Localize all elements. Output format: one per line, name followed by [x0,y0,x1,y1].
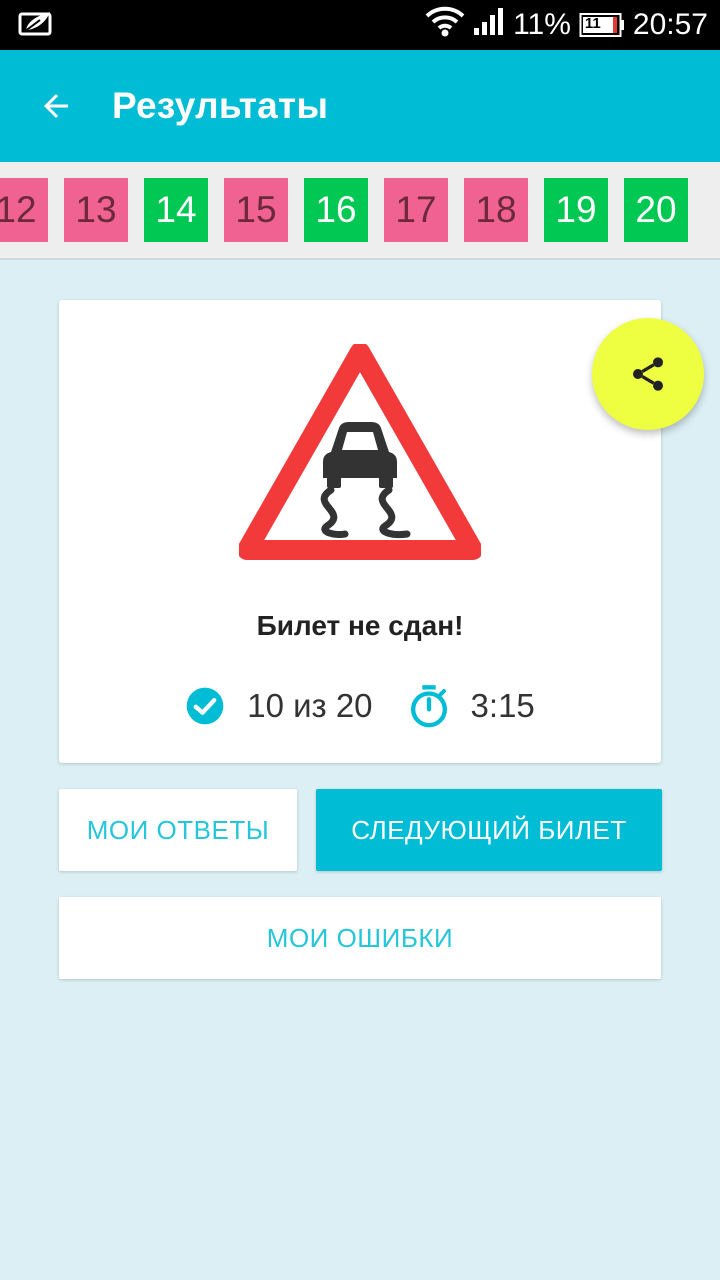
slippery-road-sign-icon [239,344,481,560]
ticket-14[interactable]: 14 [144,178,208,242]
score-stat: 10 из 20 [185,686,373,726]
ticket-12[interactable]: 12 [0,178,48,242]
ticket-row: 121314151617181920 [0,178,688,242]
ticket-18[interactable]: 18 [464,178,528,242]
back-button[interactable] [36,86,76,126]
time-stat: 3:15 [409,684,535,728]
signal-icon [473,6,505,44]
my-errors-button[interactable]: МОИ ОШИБКИ [59,897,661,979]
ticket-20[interactable]: 20 [624,178,688,242]
leaf-notification-icon [18,8,56,43]
result-card: Билет не сдан! 10 из 20 3:15 [59,300,661,763]
stopwatch-icon [410,685,447,728]
result-stats: 10 из 20 3:15 [59,684,661,728]
wifi-icon [425,5,465,45]
page-title: Результаты [112,85,329,126]
ticket-15[interactable]: 15 [224,178,288,242]
next-ticket-button[interactable]: СЛЕДУЮЩИЙ БИЛЕТ [316,789,662,871]
ticket-19[interactable]: 19 [544,178,608,242]
share-icon [633,357,663,391]
time-text: 3:15 [470,687,535,724]
battery-icon: 11 [579,12,625,38]
clock: 20:57 [632,8,708,41]
my-answers-button[interactable]: МОИ ОТВЕТЫ [59,789,297,871]
ticket-strip[interactable]: 121314151617181920 [0,162,720,260]
ticket-13[interactable]: 13 [64,178,128,242]
battery-percent: 11% [513,8,571,41]
score-text: 10 из 20 [247,687,373,724]
arrow-back-icon [44,94,68,118]
app-bar: Результаты [0,50,720,162]
ticket-16[interactable]: 16 [304,178,368,242]
ticket-17[interactable]: 17 [384,178,448,242]
battery-level-text: 11 [584,15,601,32]
status-bar: 11% 11 20:57 [0,0,720,50]
check-circle-icon [186,687,224,725]
result-title: Билет не сдан! [256,610,464,641]
share-button[interactable] [592,318,704,430]
